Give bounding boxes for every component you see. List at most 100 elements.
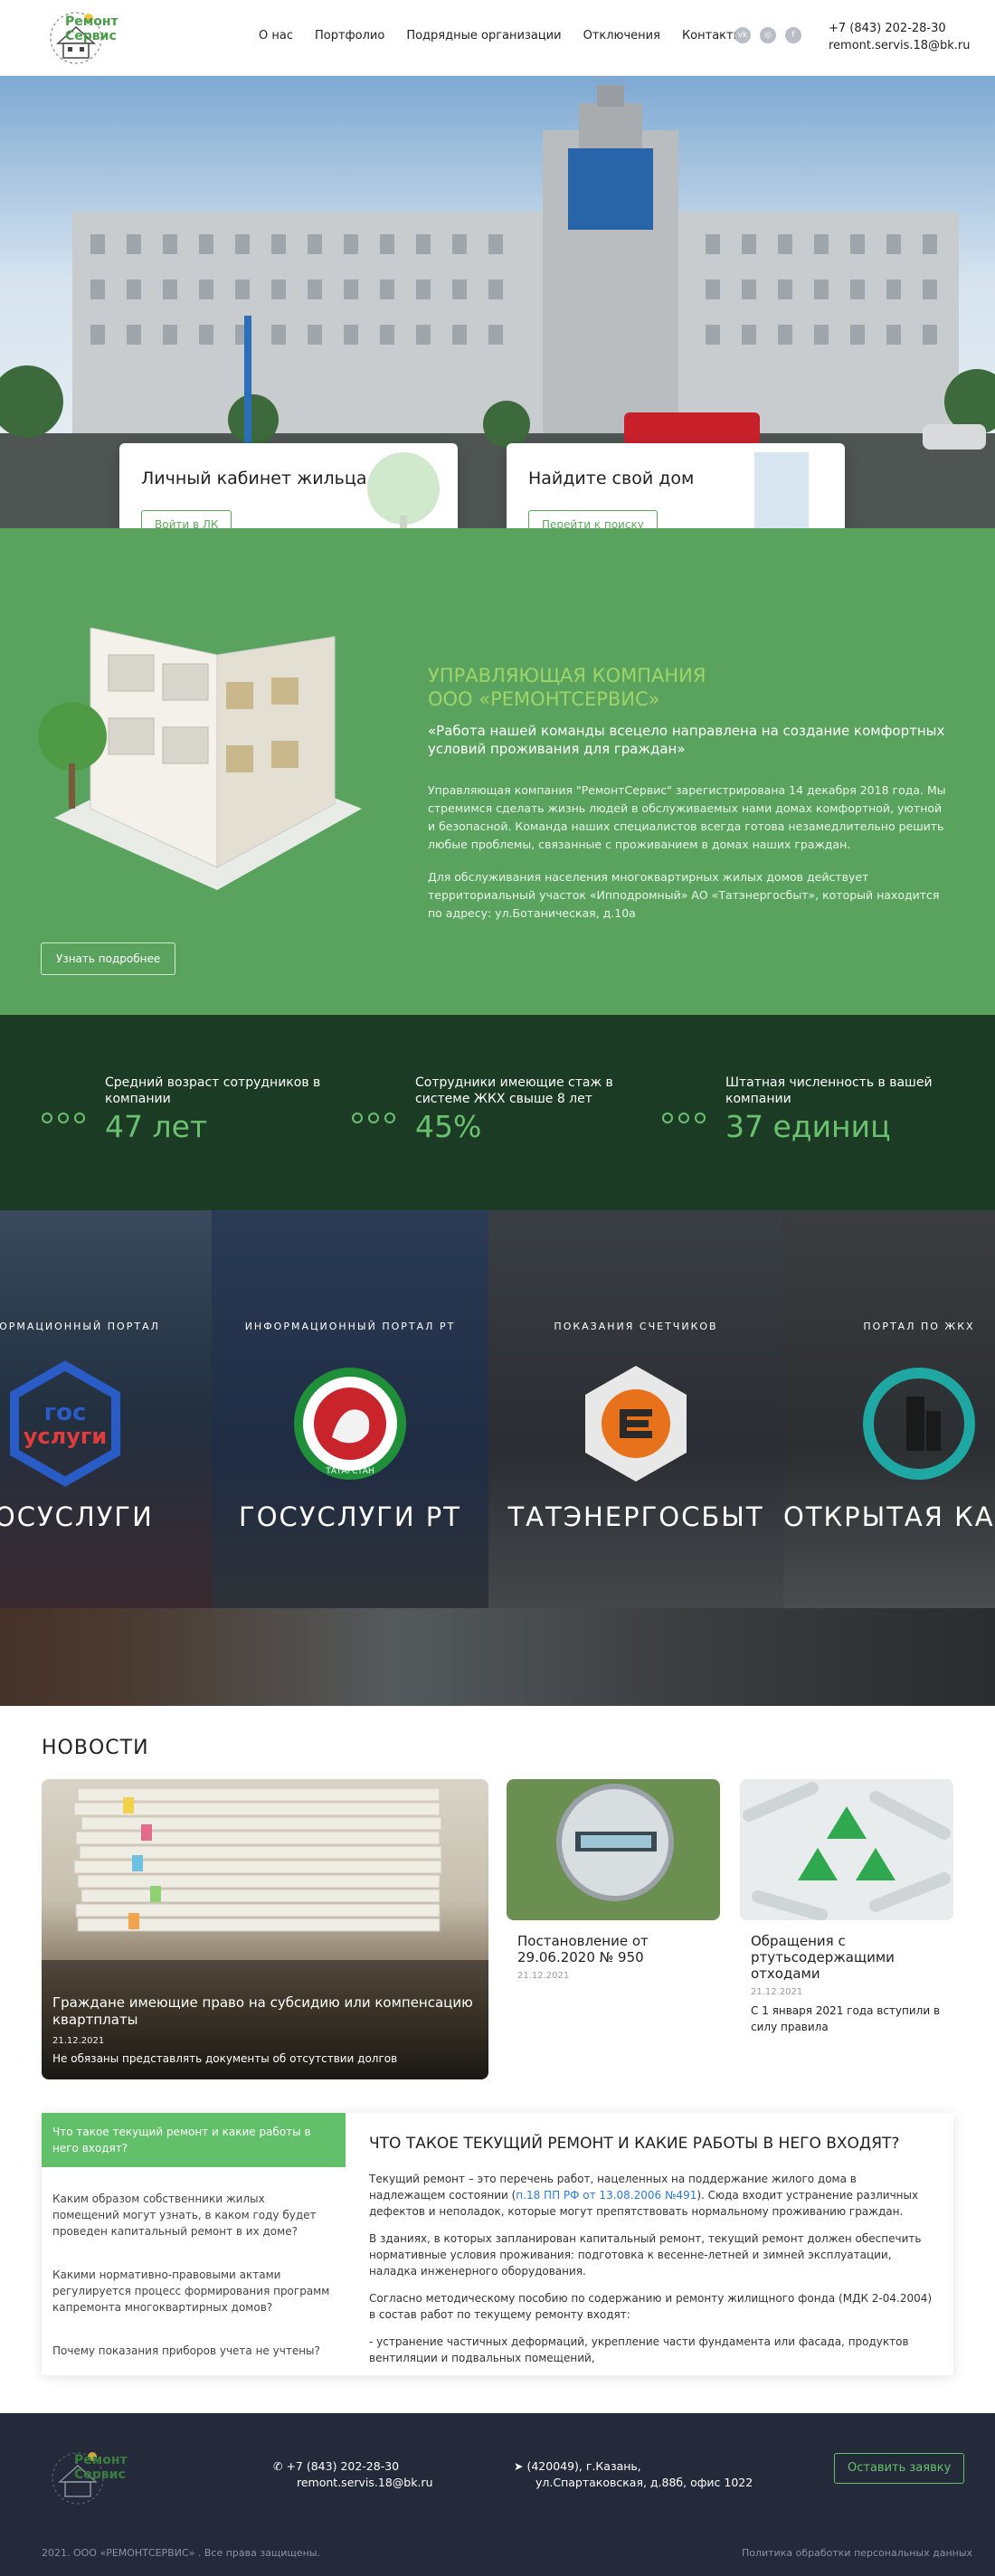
about-title: УПРАВЛЯЮЩАЯ КОМПАНИЯ ООО «РЕМОНТСЕРВИС» — [428, 664, 706, 711]
header-contacts: +7 (843) 202-28-30 remont.servis.18@bk.r… — [829, 20, 971, 54]
footer-logo-text-line-2: Сервис — [74, 2467, 126, 2482]
facebook-icon[interactable]: f — [785, 27, 801, 43]
footer-phone-text: +7 (843) 202-28-30 — [286, 2459, 400, 2473]
copyright: 2021. ООО «РЕМОНТСЕРВИС» . Все права защ… — [42, 2547, 320, 2559]
faq-answer: ЧТО ТАКОЕ ТЕКУЩИЙ РЕМОНТ И КАКИЕ РАБОТЫ … — [369, 2135, 933, 2377]
news-card-summary: С 1 января 2021 года вступили в силу пра… — [751, 2004, 941, 2033]
gosuslugi-emblem-text-1: гос — [44, 1399, 87, 1426]
hero-banner: Личный кабинет жильца Войти в ЛК Найдите… — [0, 76, 995, 528]
news-card-date: 21.12.2021 — [517, 1971, 570, 1981]
faq-question-item[interactable]: Что такое текущий ремонт и какие работы … — [42, 2113, 346, 2167]
paper-stack-image — [42, 1787, 488, 2079]
nav-contacts[interactable]: Контакты — [682, 29, 743, 43]
header-phone[interactable]: +7 (843) 202-28-30 — [829, 20, 971, 37]
recycling-image — [740, 1779, 953, 1920]
footer-logo-text: Ремонт Сервис — [74, 2453, 128, 2482]
about-title-line-2: ООО «РЕМОНТСЕРВИС» — [428, 688, 660, 710]
portal-caption: ПОРТАЛ ПО ЖКХ — [863, 1321, 975, 1332]
faq-question-item[interactable]: Почему показания приборов учета не учтен… — [42, 2332, 346, 2370]
faq-answer-heading: ЧТО ТАКОЕ ТЕКУЩИЙ РЕМОНТ И КАКИЕ РАБОТЫ … — [369, 2135, 900, 2153]
faq-question-item[interactable]: Каким образом собственники жилых помещен… — [42, 2180, 346, 2250]
about-quote: «Работа нашей команды всецело направлена… — [428, 723, 945, 757]
logo-text: Ремонт Сервис — [65, 14, 118, 43]
about-paragraph-2: Для обслуживания населения многоквартирн… — [428, 870, 940, 920]
news-featured-title: Граждане имеющие право на субсидию или к… — [52, 1994, 473, 2028]
news-image-recycling — [740, 1779, 953, 1920]
portals-section: ИНФОРМАЦИОННЫЙ ПОРТАЛ гос услуги ГОСУСЛУ… — [0, 1210, 995, 1706]
tatenergosbyt-logo-icon — [585, 1366, 687, 1482]
footer-logo-text-line-1: Ремонт — [74, 2453, 128, 2467]
learn-more-button[interactable]: Узнать подробнее — [41, 942, 176, 975]
portal-caption: ИНФОРМАЦИОННЫЙ ПОРТАЛ — [0, 1321, 160, 1332]
stat-label: Штатная численность в вашей компании — [725, 1075, 933, 1106]
portal-gosuslugi-rt[interactable]: ИНФОРМАЦИОННЫЙ ПОРТАЛ РТ ТАТАРСТАН ГОСУС… — [212, 1210, 488, 1608]
portal-open-kazan[interactable]: ПОРТАЛ ПО ЖКХ ОТКРЫТАЯ КАЗАНЬ — [783, 1210, 995, 1608]
about-section: УПРАВЛЯЮЩАЯ КОМПАНИЯ ООО «РЕМОНТСЕРВИС» … — [0, 528, 995, 1015]
building-decoration-image — [754, 452, 809, 528]
dots-icon — [42, 1113, 85, 1123]
social-links: vk ◎ f — [734, 27, 801, 43]
instagram-icon[interactable]: ◎ — [760, 27, 776, 43]
news-title-text: НОВОСТИ — [42, 1737, 149, 1759]
news-card-title: Постановление от 29.06.2020 № 950 — [517, 1933, 649, 1965]
nav-about[interactable]: О нас — [259, 29, 293, 43]
news-card-featured[interactable]: Граждане имеющие право на субсидию или к… — [42, 1779, 488, 2079]
nav-outages[interactable]: Отключения — [583, 29, 660, 43]
go-to-search-button[interactable]: Перейти к поиску — [528, 510, 658, 528]
news-card-title: Обращения с ртутьсодержащими отходами — [751, 1933, 895, 1982]
portal-tatenergosbyt[interactable]: ПОКАЗАНИЯ СЧЕТЧИКОВ ТАТЭНЕРГОСБЫТ — [488, 1210, 783, 1608]
find-house-card: Найдите свой дом Перейти к поиску — [507, 443, 845, 528]
portal-caption: ИНФОРМАЦИОННЫЙ ПОРТАЛ РТ — [244, 1321, 456, 1332]
portals-background-strip — [0, 1608, 995, 1706]
news-title: НОВОСТИ — [42, 1737, 149, 1762]
gosuslugi-logo-icon: гос услуги — [10, 1360, 120, 1487]
footer-address-line-2: ул.Спартаковская, д.88б, офис 1022 — [535, 2476, 753, 2489]
news-featured-summary: Не обязаны представлять документы об отс… — [52, 2052, 398, 2065]
footer-email[interactable]: remont.servis.18@bk.ru — [273, 2475, 433, 2491]
tatarstan-emblem-icon: ТАТАРСТАН — [294, 1368, 406, 1480]
login-button[interactable]: Войти в ЛК — [141, 510, 232, 528]
news-card[interactable]: Обращения с ртутьсодержащими отходами 21… — [740, 1779, 953, 2035]
about-paragraph-1: Управляющая компания "РемонтСервис" заре… — [428, 783, 946, 851]
portal-name: ГОСУСЛУГИ — [0, 1501, 154, 1532]
resident-account-title: Личный кабинет жильца — [141, 469, 367, 488]
vk-icon[interactable]: vk — [734, 27, 751, 43]
nav-portfolio[interactable]: Портфолио — [315, 29, 384, 43]
house-cutaway-illustration — [38, 628, 362, 890]
header-email[interactable]: remont.servis.18@bk.ru — [829, 37, 971, 54]
news-featured-date: 21.12.2021 — [52, 2036, 105, 2046]
resident-account-card: Личный кабинет жильца Войти в ЛК — [119, 443, 458, 528]
gosuslugi-emblem-text-2: услуги — [24, 1424, 107, 1449]
faq-paragraph-3: Согласно методическому пособию по содерж… — [369, 2292, 933, 2321]
faq-question-item[interactable]: Какими нормативно-правовыми актами регул… — [42, 2256, 346, 2326]
footer-phone[interactable]: ✆ +7 (843) 202-28-30 — [273, 2458, 433, 2475]
law-link[interactable]: п.18 ПП РФ от 13.08.2006 №491 — [516, 2189, 696, 2202]
dots-icon — [662, 1113, 706, 1123]
main-nav: О нас Портфолио Подрядные организации От… — [259, 29, 743, 43]
leave-request-button[interactable]: Оставить заявку — [834, 2453, 965, 2484]
stat-value: 45% — [415, 1109, 482, 1144]
nav-contractors[interactable]: Подрядные организации — [406, 29, 561, 43]
phone-icon: ✆ — [273, 2459, 287, 2473]
faq-section: Что такое текущий ремонт и какие работы … — [42, 2113, 953, 2375]
faq-paragraph-2: В зданиях, в которых запланирован капита… — [369, 2232, 922, 2278]
privacy-policy-link[interactable]: Политика обработки персональных данных — [742, 2547, 972, 2559]
stat-value: 47 лет — [105, 1109, 208, 1144]
news-card-date: 21.12.2021 — [751, 1987, 803, 1997]
faq-paragraph-4: - устранение частичных деформаций, укреп… — [369, 2335, 909, 2364]
footer-address: ➤ (420049), г.Казань, ул.Спартаковская, … — [514, 2458, 753, 2491]
stats-section: Средний возраст сотрудников в компании 4… — [0, 1015, 995, 1210]
tree-decoration-image — [367, 452, 440, 528]
portal-name: ТАТЭНЕРГОСБЫТ — [507, 1501, 764, 1532]
footer-contacts: ✆ +7 (843) 202-28-30 remont.servis.18@bk… — [273, 2458, 433, 2491]
stat-label: Средний возраст сотрудников в компании — [105, 1075, 321, 1106]
site-header: Ремонт Сервис О нас Портфолио Подрядные … — [0, 0, 995, 76]
portal-caption: ПОКАЗАНИЯ СЧЕТЧИКОВ — [554, 1321, 718, 1332]
portal-gosuslugi[interactable]: ИНФОРМАЦИОННЫЙ ПОРТАЛ гос услуги ГОСУСЛУ… — [0, 1210, 212, 1608]
tatarstan-emblem-text: ТАТАРСТАН — [325, 1467, 374, 1476]
portal-name: ОТКРЫТАЯ КАЗАНЬ — [783, 1501, 995, 1532]
site-footer: Ремонт Сервис ✆ +7 (843) 202-28-30 remon… — [0, 2413, 995, 2576]
stat-label: Сотрудники имеющие стаж в системе ЖКХ св… — [415, 1075, 613, 1106]
news-card[interactable]: Постановление от 29.06.2020 № 950 21.12.… — [507, 1779, 720, 1981]
find-house-title: Найдите свой дом — [528, 469, 695, 488]
